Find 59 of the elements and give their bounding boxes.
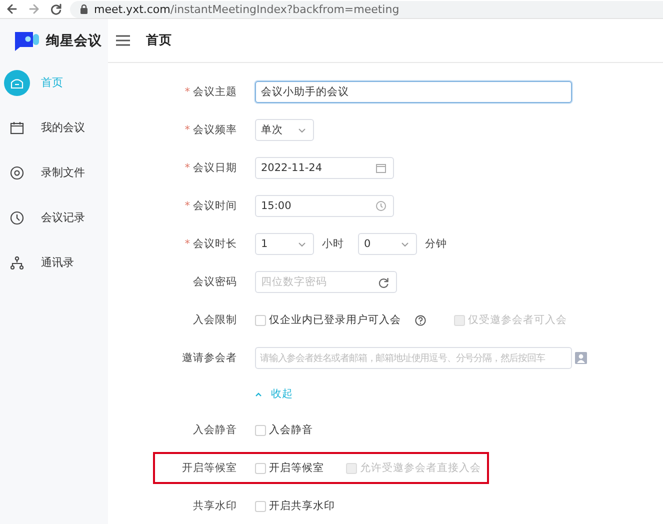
field-label: 共享水印: [193, 499, 237, 513]
reload-icon[interactable]: [50, 3, 62, 15]
select-field[interactable]: 0: [358, 233, 417, 255]
date-field[interactable]: 2022-11-24: [255, 157, 394, 179]
checkbox[interactable]: [255, 500, 266, 512]
field-label: 会议日期: [193, 161, 237, 175]
url-text: meet.yxt.com/instantMeetingIndex?backfrom=meeting: [94, 2, 400, 16]
forward-icon[interactable]: [28, 3, 40, 15]
clock-icon: [10, 210, 24, 224]
checkbox[interactable]: [255, 462, 266, 474]
field-label: 会议时间: [193, 199, 237, 213]
calendar-icon: [10, 120, 24, 134]
checkbox-option[interactable]: 开启等候室: [255, 461, 324, 475]
sidebar-item[interactable]: 我的会议: [0, 105, 108, 150]
select-field[interactable]: 1: [255, 233, 314, 255]
unit-label: 分钟: [425, 237, 447, 251]
menu-icon[interactable]: [116, 35, 130, 46]
select-field[interactable]: 单次: [255, 119, 314, 141]
chevron-down-icon: [298, 242, 306, 246]
checkbox-option[interactable]: 开启共享水印: [255, 499, 335, 513]
required-mark: *: [184, 200, 190, 212]
page-title: 首页: [146, 32, 172, 49]
required-mark: *: [184, 124, 190, 136]
checkbox-option[interactable]: 入会静音: [255, 423, 313, 437]
checkbox[interactable]: [255, 424, 266, 436]
field-label: 会议时长: [193, 237, 237, 251]
required-mark: *: [184, 238, 190, 250]
field-label: 入会静音: [193, 423, 237, 437]
contact-icon[interactable]: [575, 352, 587, 364]
field-label: 邀请参会者: [182, 351, 237, 365]
field-label: 会议频率: [193, 123, 237, 137]
address-bar[interactable]: meet.yxt.com/instantMeetingIndex?backfrom=meeting: [70, 0, 663, 18]
sidebar-item[interactable]: 会议记录: [0, 195, 108, 240]
field-label: 入会限制: [193, 313, 237, 327]
field-label: 开启等候室: [182, 461, 237, 475]
disc-icon: [10, 166, 24, 180]
logo-icon: [15, 31, 41, 51]
lock-icon: [80, 4, 88, 14]
sidebar-item[interactable]: 录制文件: [0, 150, 108, 195]
chevron-down-icon: [298, 128, 306, 132]
unit-label: 小时: [322, 237, 344, 251]
clock-icon: [376, 201, 386, 211]
field-label: 会议密码: [193, 275, 237, 289]
chevron-down-icon: [401, 242, 409, 246]
refresh-icon[interactable]: [378, 276, 389, 288]
org-chart-icon: [10, 256, 24, 270]
calendar-icon: [376, 163, 386, 173]
checkbox[interactable]: [255, 314, 266, 326]
required-mark: *: [184, 86, 190, 98]
field-label: 会议主题: [193, 85, 237, 99]
back-icon[interactable]: [6, 3, 18, 15]
checkbox-option[interactable]: 仅企业内已登录用户可入会: [255, 313, 401, 327]
required-mark: *: [184, 162, 190, 174]
help-icon[interactable]: [415, 314, 426, 326]
app-name: 绚星会议: [46, 32, 102, 50]
time-field[interactable]: 15:00: [255, 195, 394, 217]
chevron-up-icon: [255, 392, 262, 396]
sidebar-item[interactable]: 通讯录: [0, 240, 108, 285]
text-field[interactable]: 会议小助手的会议: [255, 81, 572, 103]
